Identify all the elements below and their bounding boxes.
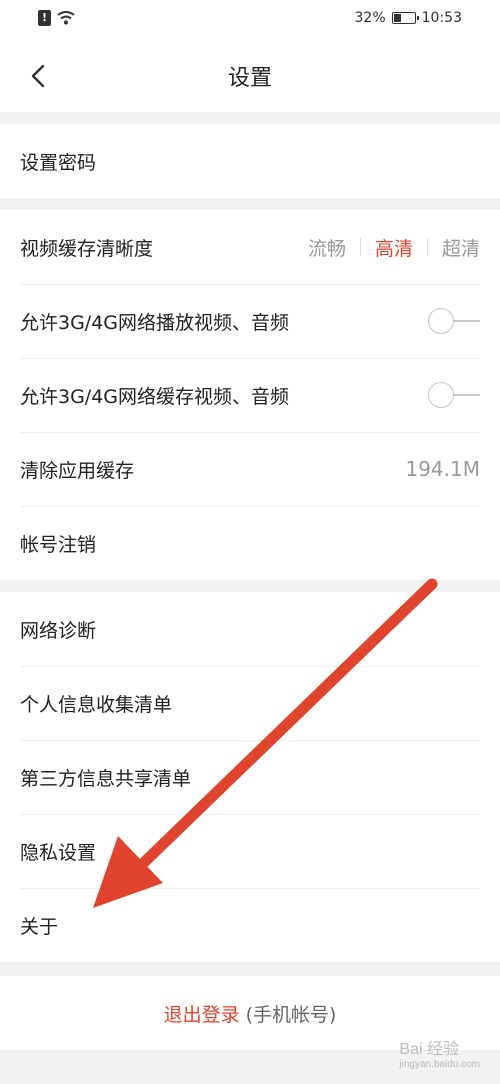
allow-cache-toggle[interactable]	[428, 382, 480, 408]
logout-label: 退出登录	[163, 1003, 240, 1026]
logout-account-type: (手机帐号)	[245, 1003, 337, 1026]
quality-option-smooth[interactable]: 流畅	[294, 234, 360, 261]
row-set-password[interactable]: 设置密码	[0, 124, 500, 198]
page-title: 设置	[227, 66, 272, 91]
row-network-diagnosis[interactable]: 网络诊断	[0, 592, 500, 666]
row-label: 允许3G/4G网络缓存视频、音频	[20, 385, 290, 408]
row-label: 设置密码	[20, 151, 97, 174]
section-media: 视频缓存清晰度 流畅 高清 超清 允许3G/4G网络播放视频、音频 允许3G/4…	[0, 210, 500, 580]
watermark-logo: Bai 经验 jingyan.baidu.com	[399, 1035, 480, 1070]
toggle-knob	[428, 308, 454, 334]
clock: 10:53	[421, 10, 462, 26]
toggle-track	[454, 394, 480, 396]
row-personal-info-list[interactable]: 个人信息收集清单	[0, 666, 500, 740]
row-label: 视频缓存清晰度	[20, 237, 154, 260]
row-privacy-settings[interactable]: 隐私设置	[0, 814, 500, 888]
alert-icon: !	[38, 10, 51, 26]
row-label: 帐号注销	[20, 533, 97, 556]
battery-fill	[393, 14, 401, 22]
wifi-icon	[57, 11, 75, 25]
back-icon[interactable]	[26, 62, 54, 90]
row-label: 关于	[20, 915, 59, 938]
quality-option-ultra[interactable]: 超清	[428, 234, 480, 261]
cache-size: 194.1M	[405, 457, 480, 481]
row-clear-cache[interactable]: 清除应用缓存 194.1M	[0, 432, 500, 506]
row-account-cancel[interactable]: 帐号注销	[0, 506, 500, 580]
row-label: 允许3G/4G网络播放视频、音频	[20, 311, 290, 334]
row-label: 清除应用缓存	[20, 459, 135, 482]
toggle-knob	[428, 382, 454, 408]
battery-icon	[391, 12, 419, 24]
nav-bar: 设置	[0, 40, 500, 112]
row-label: 个人信息收集清单	[20, 693, 173, 716]
status-bar: ! 32% 10:53	[0, 0, 500, 40]
row-label: 网络诊断	[20, 619, 97, 642]
section-password: 设置密码	[0, 124, 500, 198]
quality-option-hd[interactable]: 高清	[361, 234, 427, 261]
quality-selector: 流畅 高清 超清	[294, 234, 480, 261]
status-left: !	[38, 10, 75, 26]
watermark-url: jingyan.baidu.com	[399, 1059, 480, 1070]
battery-percent: 32%	[354, 10, 386, 26]
row-third-party-share-list[interactable]: 第三方信息共享清单	[0, 740, 500, 814]
row-about[interactable]: 关于	[0, 888, 500, 962]
toggle-track	[454, 320, 480, 322]
row-label: 第三方信息共享清单	[20, 767, 192, 790]
allow-play-toggle[interactable]	[428, 308, 480, 334]
watermark-brand: Bai 经验	[399, 1041, 459, 1058]
row-allow-mobile-cache: 允许3G/4G网络缓存视频、音频	[0, 358, 500, 432]
row-label: 隐私设置	[20, 841, 97, 864]
section-info: 网络诊断 个人信息收集清单 第三方信息共享清单 隐私设置 关于	[0, 592, 500, 962]
status-right: 32% 10:53	[355, 10, 462, 26]
row-video-quality: 视频缓存清晰度 流畅 高清 超清	[0, 210, 500, 284]
row-allow-mobile-play: 允许3G/4G网络播放视频、音频	[0, 284, 500, 358]
